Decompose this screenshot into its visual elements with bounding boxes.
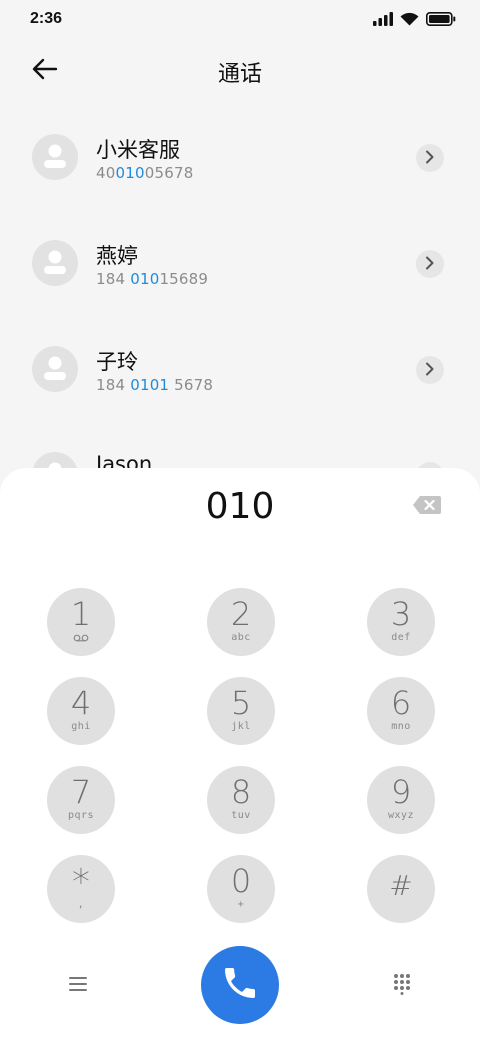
number-match: 010: [115, 164, 145, 182]
key-4[interactable]: 4 ghi: [47, 677, 115, 745]
backspace-button[interactable]: [412, 494, 442, 516]
contact-number: 184 0101 5678: [96, 376, 213, 394]
number-match: 0101: [130, 376, 170, 394]
key-1[interactable]: 1: [47, 588, 115, 656]
key-0[interactable]: 0 +: [207, 855, 275, 923]
dialed-number: 010: [205, 486, 275, 527]
contact-row[interactable]: 小米客服 4001005678: [0, 106, 480, 212]
contact-detail-button[interactable]: [416, 356, 444, 384]
key-letters: mno: [391, 721, 411, 732]
key-letters: wxyz: [387, 810, 415, 821]
key-digit: 3: [390, 595, 412, 633]
key-3[interactable]: 3 def: [367, 588, 435, 656]
key-letters: ,: [77, 899, 85, 910]
key-digit: 1: [70, 595, 92, 633]
contact-name: 小米客服: [96, 138, 180, 162]
key-digit: 7: [70, 773, 92, 811]
key-digit: 4: [70, 684, 92, 722]
key-6[interactable]: 6 mno: [367, 677, 435, 745]
contact-detail-button[interactable]: [416, 250, 444, 278]
wifi-icon: [400, 11, 419, 30]
menu-button[interactable]: [62, 970, 94, 1002]
status-bar: 2:36: [0, 0, 480, 40]
phone-icon: [220, 963, 260, 1007]
key-digit: 0: [230, 862, 252, 900]
contact-detail-button[interactable]: [416, 144, 444, 172]
bottom-bar: [0, 946, 480, 1026]
chevron-right-icon: [425, 255, 435, 274]
page-title: 通话: [217, 62, 262, 87]
key-hash[interactable]: #: [367, 855, 435, 923]
key-star[interactable]: * ,: [47, 855, 115, 923]
key-letters: tuv: [231, 810, 251, 821]
key-digit: 2: [230, 595, 252, 633]
avatar: [32, 346, 78, 392]
number-suffix: 05678: [144, 164, 194, 182]
contact-row[interactable]: 子玲 184 0101 5678: [0, 318, 480, 424]
contact-row[interactable]: 燕婷 184 01015689: [0, 212, 480, 318]
key-7[interactable]: 7 pqrs: [47, 766, 115, 834]
key-digit: 9: [390, 773, 412, 811]
chevron-right-icon: [425, 149, 435, 168]
key-digit: 8: [230, 773, 252, 811]
backspace-icon: [412, 496, 442, 520]
number-suffix: 5678: [169, 376, 214, 394]
number-prefix: 184: [96, 376, 131, 394]
avatar: [32, 240, 78, 286]
key-digit: *: [72, 862, 90, 903]
key-digit: 6: [390, 684, 412, 722]
avatar: [32, 134, 78, 180]
status-time: 2:36: [30, 10, 63, 27]
contact-name: 子玲: [96, 350, 138, 374]
key-letters: pqrs: [67, 810, 95, 821]
voicemail-icon: [47, 634, 115, 645]
key-letters: abc: [231, 632, 251, 643]
dialpad-icon: [393, 973, 411, 999]
key-2[interactable]: 2 abc: [207, 588, 275, 656]
signal-icon: [373, 11, 393, 30]
key-9[interactable]: 9 wxyz: [367, 766, 435, 834]
number-prefix: 184: [96, 270, 131, 288]
key-letters: def: [391, 632, 411, 643]
number-prefix: 40: [96, 164, 116, 182]
key-letters: jkl: [231, 721, 251, 732]
contact-name: 燕婷: [96, 244, 138, 268]
number-match: 010: [130, 270, 160, 288]
key-digit: 5: [230, 684, 252, 722]
battery-icon: [426, 11, 456, 30]
chevron-right-icon: [425, 361, 435, 380]
contact-number: 184 01015689: [96, 270, 208, 288]
status-icons: [373, 11, 456, 29]
menu-icon: [69, 976, 87, 996]
number-suffix: 15689: [159, 270, 209, 288]
contact-number: 4001005678: [96, 164, 193, 182]
key-letters: ghi: [71, 721, 91, 732]
dialpad-toggle-button[interactable]: [386, 970, 418, 1002]
key-5[interactable]: 5 jkl: [207, 677, 275, 745]
key-digit: #: [389, 869, 413, 902]
key-8[interactable]: 8 tuv: [207, 766, 275, 834]
header: 通话: [0, 44, 480, 96]
call-button[interactable]: [201, 946, 279, 1024]
key-letters: +: [237, 899, 245, 910]
